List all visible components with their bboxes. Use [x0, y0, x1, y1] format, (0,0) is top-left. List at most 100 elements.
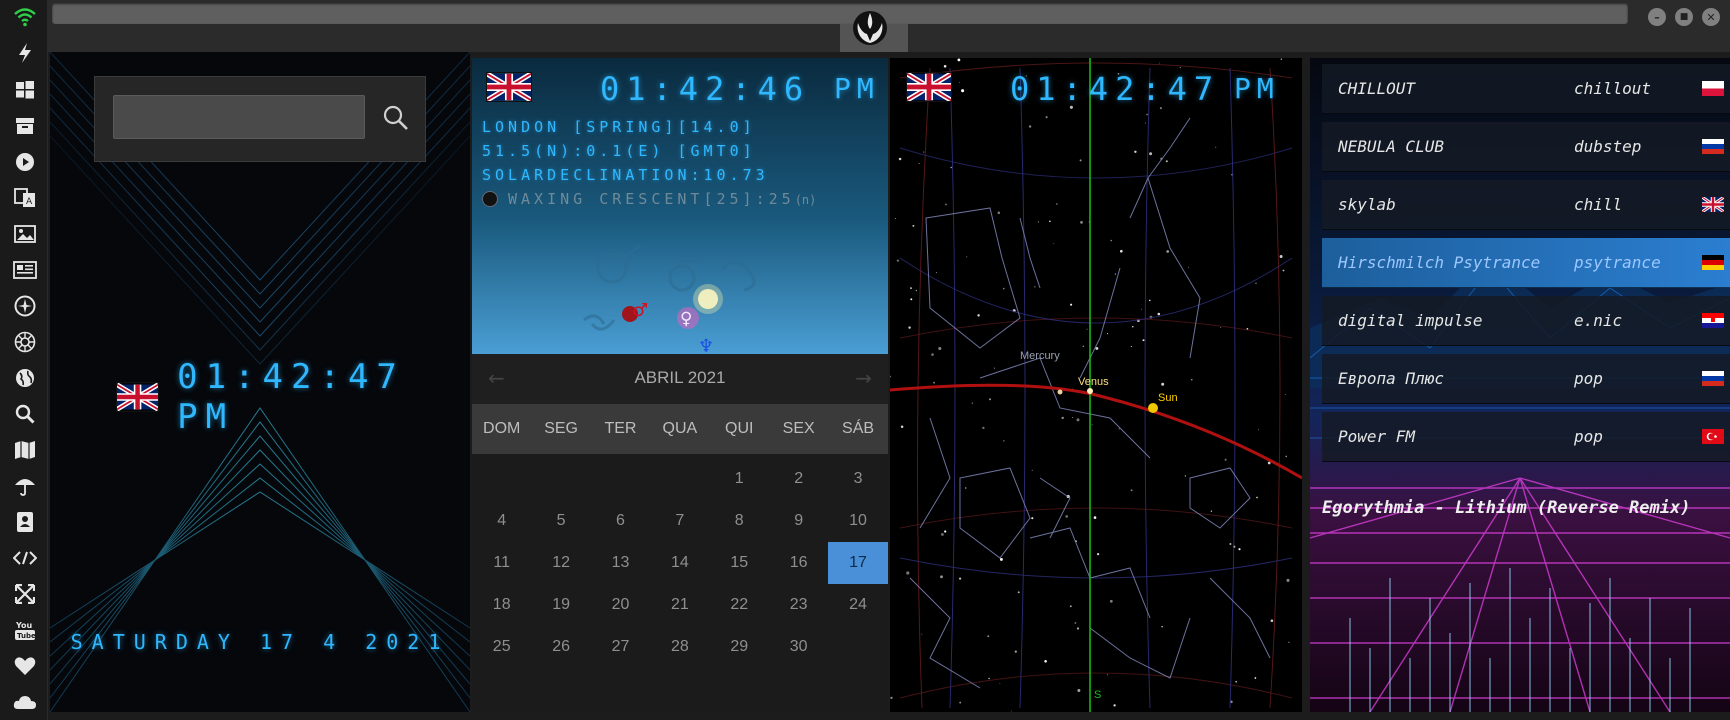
minimize-button[interactable]: –: [1648, 8, 1666, 26]
maximize-button[interactable]: ■: [1675, 8, 1693, 26]
calendar-day[interactable]: 14: [650, 542, 709, 584]
calendar-day[interactable]: 13: [591, 542, 650, 584]
calendar-day[interactable]: 6: [591, 500, 650, 542]
image-icon[interactable]: [12, 221, 38, 247]
star: [1157, 312, 1161, 316]
star-map[interactable]: Mercury Venus Sun S: [890, 58, 1302, 712]
star: [938, 346, 942, 351]
calendar-day[interactable]: 27: [591, 626, 650, 668]
calendar-day[interactable]: 18: [472, 584, 531, 626]
star: [950, 166, 952, 169]
moon-phase-label: WAXING CRESCENT[25]:25: [508, 190, 795, 208]
calendar-day[interactable]: 4: [472, 500, 531, 542]
radio-station-genre: pop: [1574, 427, 1603, 446]
expand-icon[interactable]: [12, 581, 38, 607]
calendar-day[interactable]: 10: [828, 500, 887, 542]
calendar-day[interactable]: 22: [710, 584, 769, 626]
calendar-day[interactable]: 25: [472, 626, 531, 668]
clock-panel: 01:42:47 PM SATURDAY 17 4 2021: [50, 52, 470, 712]
empire-icon[interactable]: [12, 329, 38, 355]
calendar-day[interactable]: 12: [531, 542, 590, 584]
address-bar[interactable]: [52, 3, 1628, 24]
archive-icon[interactable]: [12, 113, 38, 139]
radio-station[interactable]: Power FM pop: [1322, 412, 1730, 462]
calendar-next-button[interactable]: →: [855, 366, 872, 390]
calendar-day[interactable]: 26: [531, 626, 590, 668]
calendar-day[interactable]: 5: [531, 500, 590, 542]
rebel-icon[interactable]: [12, 293, 38, 319]
calendar-weekday: SÁB: [842, 420, 875, 437]
star: [1095, 346, 1099, 350]
radio-station[interactable]: NEBULA CLUB dubstep: [1322, 122, 1730, 172]
cloud-icon[interactable]: [12, 689, 38, 715]
calendar-day[interactable]: 15: [710, 542, 769, 584]
star: [1097, 553, 1100, 556]
star: [1270, 619, 1274, 622]
star: [1132, 325, 1134, 328]
star: [1077, 689, 1081, 692]
star: [988, 398, 992, 401]
star: [1285, 455, 1287, 458]
astro-ampm: PM: [834, 72, 880, 105]
star: [1215, 146, 1217, 148]
clock-row: 01:42:47 PM: [116, 357, 470, 437]
play-icon[interactable]: [12, 149, 38, 175]
radio-station[interactable]: Европа Плюс pop: [1322, 354, 1730, 404]
calendar-day[interactable]: 7: [650, 500, 709, 542]
map-icon[interactable]: [12, 437, 38, 463]
star: [1134, 150, 1137, 154]
calendar-day[interactable]: 11: [472, 542, 531, 584]
calendar-day[interactable]: 29: [710, 626, 769, 668]
translate-icon[interactable]: A: [12, 185, 38, 211]
radio-panel: CHILLOUT chillout NEBULA CLUB dubstep skylab…: [1310, 58, 1730, 712]
search-icon[interactable]: [12, 401, 38, 427]
radio-station[interactable]: digital impulse e.nic: [1322, 296, 1730, 346]
calendar-empty-cell: [531, 458, 590, 500]
star: [1224, 458, 1227, 461]
globe-icon[interactable]: [12, 365, 38, 391]
radio-station[interactable]: Hirschmilch Psytrance psytrance: [1322, 238, 1730, 288]
star: [896, 259, 900, 262]
star: [1003, 440, 1005, 442]
youtube-icon[interactable]: You Tube: [12, 617, 38, 643]
heart-icon[interactable]: [12, 653, 38, 679]
star: [1031, 469, 1033, 471]
calendar-day[interactable]: 21: [650, 584, 709, 626]
search-input[interactable]: [113, 95, 365, 139]
calendar-day[interactable]: 20: [591, 584, 650, 626]
calendar-day[interactable]: 24: [828, 584, 887, 626]
venus-symbol: ♀: [680, 309, 692, 329]
star: [1149, 299, 1151, 302]
de-flag-icon: [1702, 255, 1724, 270]
calendar-day[interactable]: 19: [531, 584, 590, 626]
calendar-day[interactable]: 16: [769, 542, 828, 584]
contacts-icon[interactable]: [12, 509, 38, 535]
radio-station[interactable]: CHILLOUT chillout: [1322, 64, 1730, 114]
wifi-icon[interactable]: [12, 4, 38, 30]
calendar-day-today[interactable]: 17: [828, 542, 888, 584]
code-icon[interactable]: [12, 545, 38, 571]
calendar-day[interactable]: 2: [769, 458, 828, 500]
close-button[interactable]: ✕: [1702, 8, 1720, 26]
calendar-day[interactable]: 28: [650, 626, 709, 668]
calendar-day[interactable]: 23: [769, 584, 828, 626]
calendar-day[interactable]: 3: [828, 458, 887, 500]
calendar-weekday: QUI: [725, 420, 754, 437]
calendar-day[interactable]: 1: [710, 458, 769, 500]
star: [1140, 308, 1142, 310]
calendar-week: 25 26 27 28 29 30: [472, 626, 888, 668]
calendar-day[interactable]: 9: [769, 500, 828, 542]
star: [908, 326, 911, 329]
search-button[interactable]: [375, 97, 417, 139]
bolt-icon[interactable]: [12, 40, 38, 66]
umbrella-icon[interactable]: [12, 473, 38, 499]
sky-time: 01:42:47: [1010, 70, 1221, 108]
news-icon[interactable]: [12, 257, 38, 283]
star: [1210, 510, 1213, 512]
windows-icon[interactable]: [12, 77, 38, 103]
calendar-day[interactable]: 30: [769, 626, 828, 668]
star: [1220, 327, 1222, 328]
astro-sky: ♂ ♀ ♆ 01:42:46 PM LONDON [SPRING][14.0] …: [472, 58, 888, 354]
calendar-day[interactable]: 8: [710, 500, 769, 542]
radio-station[interactable]: skylab chill: [1322, 180, 1730, 230]
